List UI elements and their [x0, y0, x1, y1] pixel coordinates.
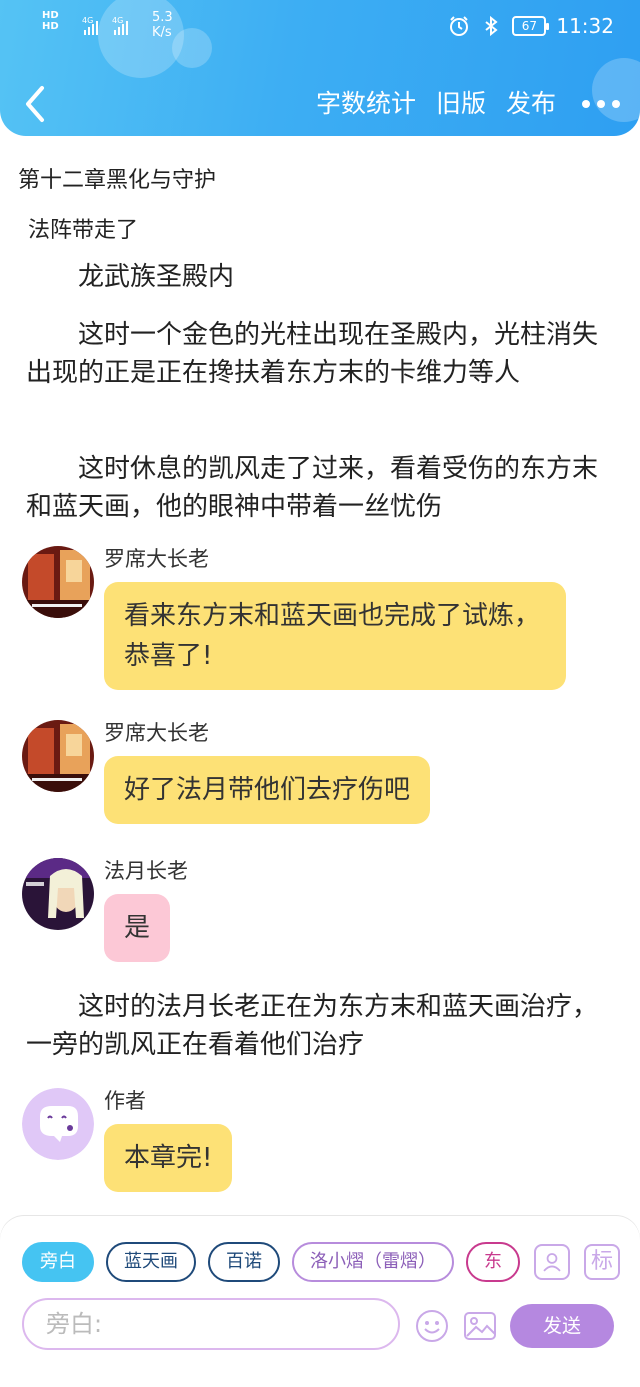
chat-message: 法月长老 是	[22, 858, 622, 968]
chat-bubble-icon[interactable]	[22, 1088, 94, 1160]
hd-badge: HD	[42, 21, 59, 32]
mark-button[interactable]: 标	[584, 1244, 620, 1280]
role-selector: 旁白 蓝天画 百诺 洛小熠（雷熠） 东	[22, 1242, 522, 1284]
chapter-title: 第十二章黑化与守护	[18, 168, 217, 193]
network-type: 4G	[82, 16, 93, 25]
avatar[interactable]	[22, 720, 94, 792]
speed-value: 5.3	[152, 10, 173, 25]
avatar[interactable]	[22, 858, 94, 930]
header-actions: 字数统计 旧版 发布	[316, 84, 620, 124]
more-icon[interactable]	[576, 84, 620, 124]
narration-paragraph: 龙武族圣殿内	[78, 262, 235, 292]
status-right: 67 11:32	[448, 14, 614, 38]
chapter-subtitle: 法阵带走了	[28, 218, 139, 243]
message-input-wrapper	[22, 1298, 400, 1350]
network-type: 4G	[112, 16, 123, 25]
message-bubble: 是	[104, 894, 171, 962]
message-bubble: 看来东方末和蓝天画也完成了试炼，恭喜了!	[104, 582, 566, 690]
bluetooth-icon	[485, 15, 498, 37]
alarm-icon	[450, 16, 469, 36]
chat-message: 作者 本章完!	[22, 1088, 622, 1208]
message-bubble: 本章完!	[104, 1124, 233, 1192]
publish-button[interactable]: 发布	[506, 84, 556, 124]
person-card-icon[interactable]	[534, 1244, 570, 1280]
narration-paragraph: 这时休息的凯风走了过来，看着受伤的东方末和蓝天画，他的眼神中带着一丝忧伤	[26, 454, 599, 522]
clock: 11:32	[556, 14, 614, 38]
top-header: HD HD 4G 4G 5.3 K/s 67 11:32 字数统计 旧版 发布	[0, 0, 640, 136]
role-chip[interactable]: 东	[466, 1242, 520, 1282]
send-button[interactable]: 发送	[510, 1304, 614, 1348]
role-chip[interactable]: 百诺	[208, 1242, 280, 1282]
chat-message: 罗席大长老 好了法月带他们去疗伤吧	[22, 720, 622, 830]
avatar[interactable]	[22, 546, 94, 618]
speed-unit: K/s	[152, 25, 172, 40]
emoji-icon[interactable]	[414, 1308, 450, 1344]
status-bar: HD HD 4G 4G 5.3 K/s 67 11:32	[0, 0, 640, 56]
hd-indicators: HD HD	[42, 10, 59, 32]
sender-name: 罗席大长老	[104, 721, 209, 745]
battery-indicator: 67	[512, 16, 550, 36]
role-chip[interactable]: 蓝天画	[106, 1242, 196, 1282]
role-chip-narration[interactable]: 旁白	[22, 1242, 94, 1282]
network-speed: 5.3 K/s	[152, 10, 173, 40]
word-count-button[interactable]: 字数统计	[316, 84, 416, 124]
signal-icon: 4G 4G	[82, 16, 128, 35]
chat-message: 罗席大长老 看来东方末和蓝天画也完成了试炼，恭喜了!	[22, 546, 622, 696]
role-chip[interactable]: 洛小熠（雷熠）	[292, 1242, 454, 1282]
hd-badge: HD	[42, 10, 59, 21]
old-version-button[interactable]: 旧版	[436, 84, 486, 124]
sender-name: 法月长老	[104, 859, 188, 883]
sender-name: 作者	[104, 1089, 146, 1113]
narration-paragraph: 这时的法月长老正在为东方末和蓝天画治疗，一旁的凯风正在看着他们治疗	[26, 992, 599, 1060]
image-icon[interactable]	[462, 1308, 498, 1344]
sender-name: 罗席大长老	[104, 547, 209, 571]
narration-paragraph: 这时一个金色的光柱出现在圣殿内，光柱消失出现的正是正在搀扶着东方末的卡维力等人	[26, 320, 599, 388]
message-input[interactable]	[24, 1300, 398, 1348]
message-bubble: 好了法月带他们去疗伤吧	[104, 756, 431, 824]
back-arrow-icon[interactable]	[20, 82, 52, 126]
composer-panel: 旁白蓝天画百诺洛小熠（雷熠） 东 标 发送	[0, 1216, 640, 1387]
